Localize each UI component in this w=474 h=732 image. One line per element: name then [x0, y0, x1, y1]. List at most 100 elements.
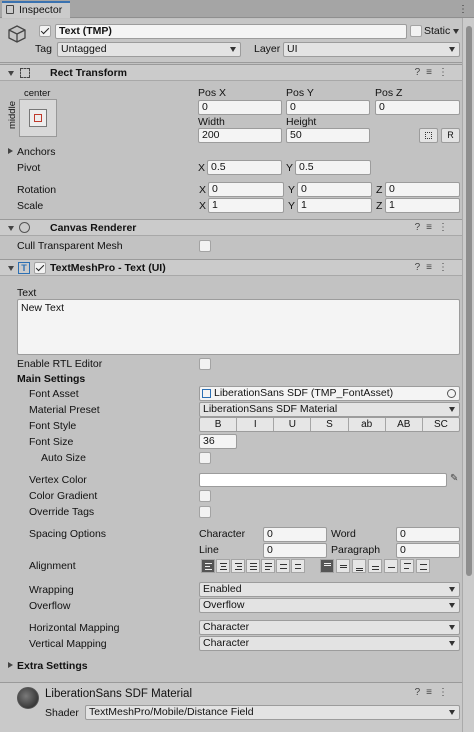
horizontal-mapping-dropdown[interactable]: Character — [199, 620, 460, 635]
raw-edit-button[interactable]: R — [441, 128, 460, 143]
layer-dropdown[interactable]: UI — [283, 42, 460, 57]
scale-z-field[interactable]: 1 — [385, 198, 460, 213]
inspector-scrollbar[interactable] — [462, 18, 474, 732]
scale-y-field[interactable]: 1 — [297, 198, 372, 213]
scrollbar-thumb[interactable] — [466, 26, 472, 576]
eyedropper-icon[interactable]: ✎ — [450, 473, 458, 484]
auto-size-checkbox[interactable] — [199, 452, 211, 464]
chevron-down-icon — [449, 641, 455, 646]
rot-x-field[interactable]: 0 — [208, 182, 284, 197]
wrapping-dropdown[interactable]: Enabled — [199, 582, 460, 597]
component-header-icons[interactable]: ?≡⋮ — [415, 262, 454, 273]
posz-field[interactable]: 0 — [375, 100, 460, 115]
pivot-x-field[interactable]: 0.5 — [207, 160, 282, 175]
align-baseline-button[interactable] — [368, 559, 382, 573]
posx-field[interactable]: 0 — [198, 100, 282, 115]
align-bottom-button[interactable] — [352, 559, 366, 573]
material-preset-value: LiberationSans SDF Material — [203, 403, 338, 415]
style-smallcaps-button[interactable]: SC — [423, 418, 459, 431]
textmeshpro-header[interactable]: T TextMeshPro - Text (UI) ?≡⋮ — [0, 259, 462, 276]
overflow-dropdown[interactable]: Overflow — [199, 598, 460, 613]
fold-arrow-icon[interactable] — [8, 71, 14, 76]
blueprint-mode-button[interactable] — [419, 128, 438, 143]
font-style-label: Font Style — [29, 420, 77, 432]
font-asset-field[interactable]: LiberationSans SDF (TMP_FontAsset) — [199, 386, 460, 401]
vertex-color-swatch[interactable] — [199, 473, 447, 487]
align-top-button[interactable] — [320, 559, 334, 573]
extra-settings-fold-icon[interactable] — [8, 662, 13, 668]
align-left-button[interactable] — [201, 559, 215, 573]
chevron-down-icon — [449, 587, 455, 592]
style-strikethrough-button[interactable]: S — [311, 418, 349, 431]
shader-dropdown[interactable]: TextMeshPro/Mobile/Distance Field — [85, 705, 460, 720]
anchors-fold-icon[interactable] — [8, 148, 13, 154]
line-spacing-label: Line — [199, 544, 219, 556]
object-name-field[interactable]: Text (TMP) — [55, 24, 407, 39]
posz-label: Pos Z — [375, 87, 403, 99]
material-header-icons[interactable]: ?≡⋮ — [415, 687, 454, 698]
static-dropdown-arrow[interactable] — [453, 29, 459, 34]
object-picker-icon[interactable] — [447, 389, 456, 398]
align-justified-button[interactable] — [246, 559, 260, 573]
shader-label: Shader — [45, 707, 79, 719]
inspector-icon — [6, 5, 14, 14]
style-lowercase-button[interactable]: ab — [349, 418, 386, 431]
align-middle-button[interactable] — [336, 559, 350, 573]
scale-z-label: Z — [376, 200, 383, 212]
style-uppercase-button[interactable]: AB — [386, 418, 423, 431]
posy-label: Pos Y — [286, 87, 314, 99]
word-spacing-field[interactable]: 0 — [396, 527, 460, 542]
posx-label: Pos X — [198, 87, 227, 99]
fold-arrow-icon[interactable] — [8, 226, 14, 231]
rot-y-field[interactable]: 0 — [297, 182, 372, 197]
component-header-icons[interactable]: ?≡⋮ — [415, 67, 454, 78]
component-header-icons[interactable]: ?≡⋮ — [415, 222, 454, 233]
rect-transform-title: Rect Transform — [50, 67, 128, 79]
style-bold-button[interactable]: B — [200, 418, 238, 431]
character-spacing-field[interactable]: 0 — [263, 527, 327, 542]
align-center-button[interactable] — [216, 559, 230, 573]
vertical-mapping-dropdown[interactable]: Character — [199, 636, 460, 651]
line-spacing-field[interactable]: 0 — [263, 543, 327, 558]
tag-dropdown[interactable]: Untagged — [57, 42, 241, 57]
auto-size-label: Auto Size — [41, 452, 86, 464]
width-field[interactable]: 200 — [198, 128, 282, 143]
pivot-y-field[interactable]: 0.5 — [295, 160, 371, 175]
rot-z-field[interactable]: 0 — [385, 182, 460, 197]
text-area[interactable]: New Text — [17, 299, 460, 355]
align-capline-button[interactable] — [400, 559, 414, 573]
chevron-down-icon — [449, 407, 455, 412]
paragraph-spacing-field[interactable]: 0 — [396, 543, 460, 558]
align-midline-button[interactable] — [384, 559, 398, 573]
fold-arrow-icon[interactable] — [8, 266, 14, 271]
active-checkbox[interactable] — [39, 25, 51, 37]
material-preset-dropdown[interactable]: LiberationSans SDF Material — [199, 402, 460, 417]
override-tags-checkbox[interactable] — [199, 506, 211, 518]
align-wrap-button[interactable] — [291, 559, 305, 573]
inspector-tab[interactable]: Inspector — [2, 1, 70, 18]
scale-x-field[interactable]: 1 — [208, 198, 284, 213]
font-size-field[interactable]: 36 — [199, 434, 237, 449]
anchors-label[interactable]: Anchors — [17, 145, 56, 159]
anchor-preset-button[interactable] — [19, 99, 57, 137]
rect-transform-header[interactable]: Rect Transform ?≡⋮ — [0, 64, 462, 81]
static-checkbox[interactable] — [410, 25, 422, 37]
textmeshpro-enabled-checkbox[interactable] — [34, 262, 46, 274]
align-flush-button[interactable] — [261, 559, 275, 573]
align-right-button[interactable] — [231, 559, 245, 573]
style-underline-button[interactable]: U — [274, 418, 312, 431]
posy-field[interactable]: 0 — [286, 100, 370, 115]
canvas-renderer-header[interactable]: Canvas Renderer ?≡⋮ — [0, 219, 462, 236]
scale-x-label: X — [199, 200, 207, 212]
height-field[interactable]: 50 — [286, 128, 370, 143]
cull-transparent-checkbox[interactable] — [199, 240, 211, 252]
more-menu-icon[interactable]: ⋮ — [458, 4, 468, 15]
color-gradient-checkbox[interactable] — [199, 490, 211, 502]
style-italic-button[interactable]: I — [237, 418, 275, 431]
material-preview-thumbnail — [17, 687, 39, 709]
rtl-editor-checkbox[interactable] — [199, 358, 211, 370]
extra-settings-label[interactable]: Extra Settings — [17, 659, 88, 673]
cull-transparent-label: Cull Transparent Mesh — [17, 240, 123, 252]
align-vertical-extra-button[interactable] — [416, 559, 430, 573]
align-geometry-center-button[interactable] — [276, 559, 290, 573]
